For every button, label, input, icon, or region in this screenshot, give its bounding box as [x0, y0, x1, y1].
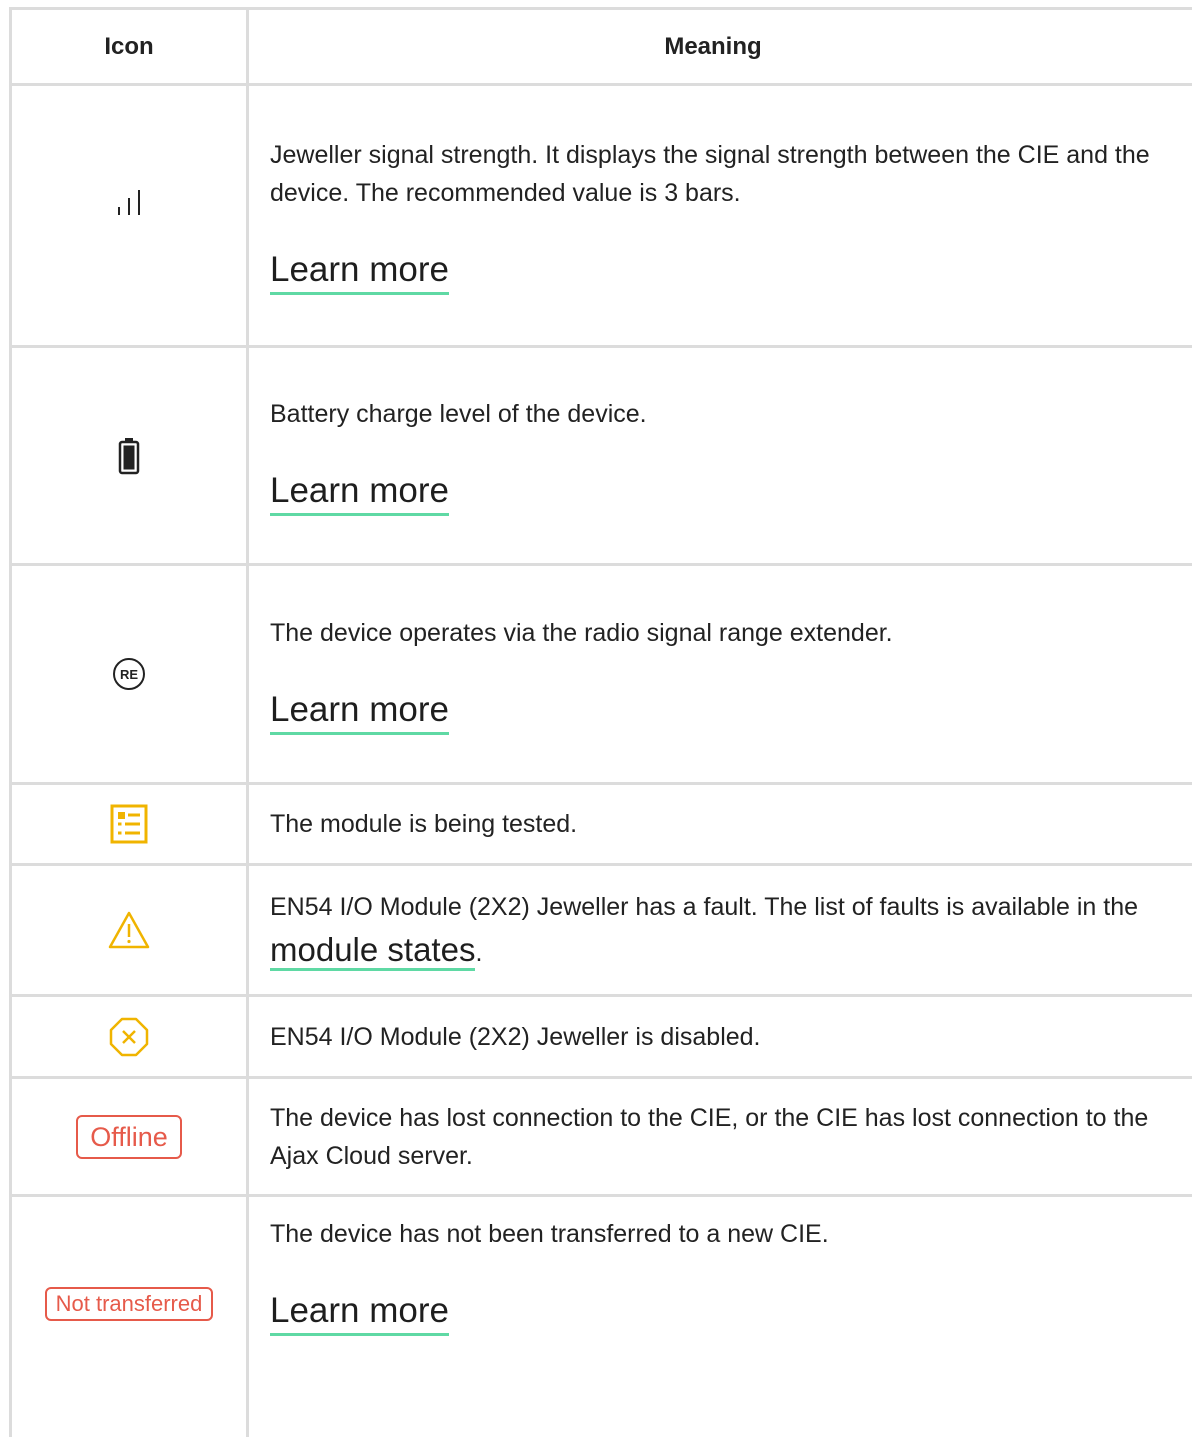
header-icon-column: Icon	[12, 10, 249, 83]
row-description: The device has lost connection to the CI…	[270, 1103, 1149, 1170]
icon-meaning-table: Icon Meaning Jeweller signal strength. I…	[9, 7, 1192, 1437]
meaning-cell: The device has not been transferred to a…	[249, 1197, 1192, 1437]
table-row: Not transferred The device has not been …	[12, 1197, 1192, 1437]
table-row: EN54 I/O Module (2X2) Jeweller is disabl…	[12, 997, 1192, 1079]
learn-more-link[interactable]: Learn more	[270, 690, 449, 735]
meaning-cell: The device operates via the radio signal…	[249, 566, 1192, 782]
warning-icon	[108, 911, 150, 949]
row-description: Battery charge level of the device.	[270, 400, 647, 428]
table-row: RE The device operates via the radio sig…	[12, 566, 1192, 785]
table-row: Battery charge level of the device. Lear…	[12, 348, 1192, 566]
table-row: The module is being tested.	[12, 785, 1192, 866]
range-extender-icon: RE	[113, 658, 145, 690]
icon-cell: RE	[12, 566, 249, 782]
icon-cell: Not transferred	[12, 1197, 249, 1437]
header-meaning-column: Meaning	[664, 32, 762, 60]
battery-icon	[118, 437, 140, 474]
range-extender-icon-label: RE	[119, 666, 139, 682]
fault-description: EN54 I/O Module (2X2) Jeweller has a fau…	[270, 893, 1139, 921]
not-transferred-badge: Not transferred	[44, 1287, 214, 1321]
icon-cell	[12, 348, 249, 563]
meaning-cell: EN54 I/O Module (2X2) Jeweller is disabl…	[249, 997, 1192, 1076]
row-description: The module is being tested.	[270, 810, 578, 838]
meaning-cell: The device has lost connection to the CI…	[249, 1079, 1192, 1194]
icon-cell	[12, 866, 249, 994]
table-header-row: Icon Meaning	[12, 10, 1192, 86]
module-states-link[interactable]: module states	[270, 932, 476, 971]
row-description: The device operates via the radio signal…	[270, 618, 893, 647]
signal-strength-icon	[118, 189, 140, 215]
table-row: Jeweller signal strength. It displays th…	[12, 86, 1192, 348]
icon-cell	[12, 785, 249, 863]
icon-cell	[12, 86, 249, 345]
table-row: Offline The device has lost connection t…	[12, 1079, 1192, 1197]
meaning-cell: EN54 I/O Module (2X2) Jeweller has a fau…	[249, 866, 1192, 994]
learn-more-link[interactable]: Learn more	[270, 250, 449, 295]
meaning-cell: Battery charge level of the device. Lear…	[249, 348, 1192, 563]
learn-more-link[interactable]: Learn more	[270, 1291, 449, 1336]
row-description: The device has not been transferred to a…	[270, 1220, 829, 1248]
disabled-icon	[109, 1017, 149, 1056]
icon-cell: Offline	[12, 1079, 249, 1194]
row-description: Jeweller signal strength. It displays th…	[270, 141, 1150, 207]
meaning-cell: Jeweller signal strength. It displays th…	[249, 86, 1192, 345]
row-description: EN54 I/O Module (2X2) Jeweller is disabl…	[270, 1022, 761, 1051]
icon-cell	[12, 997, 249, 1076]
meaning-cell: The module is being tested.	[249, 785, 1192, 863]
row-description: EN54 I/O Module (2X2) Jeweller has a fau…	[270, 884, 1177, 976]
learn-more-link[interactable]: Learn more	[270, 471, 449, 516]
fault-description-end: .	[475, 939, 483, 967]
test-list-icon	[110, 804, 148, 844]
table-row: EN54 I/O Module (2X2) Jeweller has a fau…	[12, 866, 1192, 997]
offline-badge: Offline	[76, 1114, 182, 1159]
